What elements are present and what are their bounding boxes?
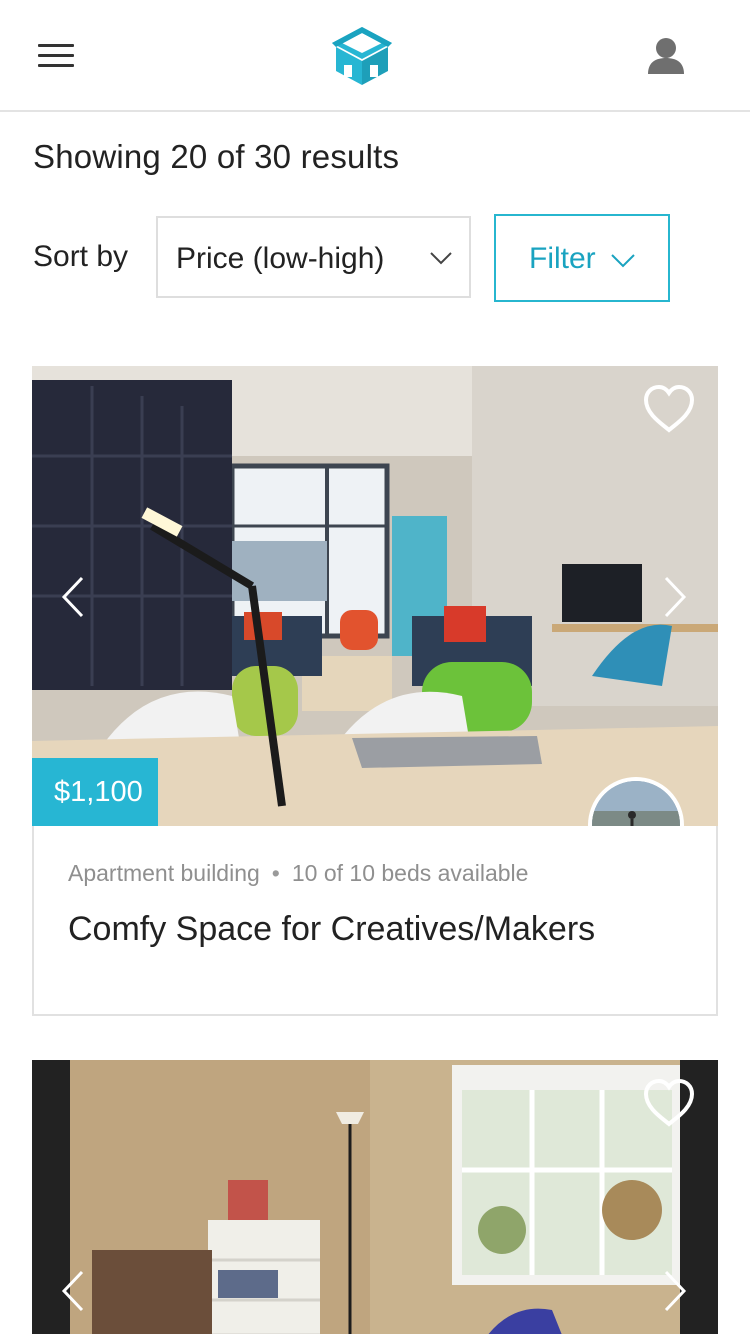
listing-meta: Apartment building • 10 of 10 beds availab… (68, 860, 528, 887)
chevron-down-icon (430, 252, 452, 265)
chevron-right-icon[interactable] (662, 576, 688, 618)
sort-dropdown[interactable]: Price (low-high) (156, 216, 471, 298)
separator-dot-icon: • (271, 860, 280, 886)
listing-photo[interactable] (32, 1060, 718, 1334)
results-count-heading: Showing 20 of 30 results (33, 138, 400, 175)
hamburger-menu-icon[interactable] (38, 44, 74, 70)
listing-card[interactable]: $1,100 Apartment building • 10 of 10 beds … (32, 366, 718, 1016)
listing-title[interactable]: Comfy Space for Creatives/Makers (68, 910, 595, 949)
listing-type: Apartment building (68, 860, 260, 886)
listing-info[interactable]: Apartment building • 10 of 10 beds availab… (32, 826, 718, 1016)
sort-selected-value: Price (low-high) (176, 242, 385, 275)
filter-button-label: Filter (529, 242, 596, 275)
room-photo-image (32, 1060, 718, 1334)
room-photo-image (32, 366, 718, 826)
heart-outline-icon[interactable] (642, 384, 696, 434)
chevron-left-icon[interactable] (60, 576, 86, 618)
listing-photo[interactable]: $1,100 (32, 366, 718, 826)
chevron-left-icon[interactable] (60, 1270, 86, 1312)
listings-page: Showing 20 of 30 results Sort by Price (… (0, 0, 750, 1334)
heart-outline-icon[interactable] (642, 1078, 696, 1128)
beds-available: 10 of 10 beds available (291, 860, 529, 886)
chevron-right-icon[interactable] (662, 1270, 688, 1312)
price-badge: $1,100 (32, 758, 158, 826)
user-profile-icon[interactable] (646, 36, 686, 76)
sort-label: Sort by (33, 240, 129, 273)
chevron-down-icon (611, 254, 635, 268)
top-nav-bar (0, 0, 750, 112)
house-logo-icon[interactable] (328, 25, 396, 87)
filter-button[interactable]: Filter (494, 214, 670, 302)
price-value: $1,100 (54, 776, 143, 808)
listing-card[interactable] (32, 1060, 718, 1334)
